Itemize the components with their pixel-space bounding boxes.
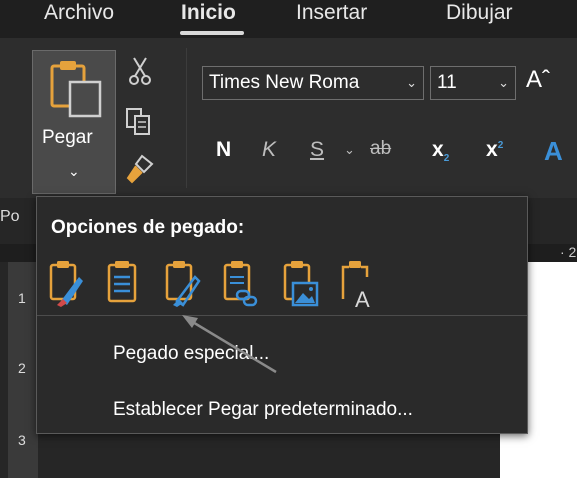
chevron-down-icon: ⌄ (406, 75, 417, 90)
subscript-marker: 2 (443, 153, 450, 165)
italic-button[interactable]: K (262, 138, 276, 162)
tab-inicio[interactable]: Inicio (181, 2, 236, 24)
set-default-paste-item[interactable]: Establecer Pegar predeterminado... (113, 399, 413, 421)
tab-insertar[interactable]: Insertar (296, 2, 367, 24)
keep-source-formatting-icon[interactable] (47, 259, 85, 309)
group-divider (186, 48, 187, 188)
tab-dibujar[interactable]: Dibujar (446, 2, 513, 24)
font-name-select[interactable]: Times New Roma ⌄ (202, 66, 424, 100)
underline-button[interactable]: S (310, 138, 324, 162)
clipboard-group-label: Po (0, 208, 20, 225)
vertical-ruler-number: 3 (18, 432, 26, 448)
tab-archivo[interactable]: Archivo (44, 2, 114, 24)
font-name-value: Times New Roma (209, 72, 360, 93)
font-size-value: 11 (437, 72, 457, 93)
strikethrough-button[interactable]: ab (370, 138, 391, 160)
chevron-down-icon: ⌄ (68, 163, 80, 179)
subscript-button[interactable]: x2 (432, 138, 449, 164)
superscript-button[interactable]: x2 (486, 138, 503, 162)
ruler-tick-label: · 2 (560, 244, 577, 260)
text-effects-button[interactable]: A (544, 136, 563, 167)
paste-options-menu: Opciones de pegado: A Pegado especial...… (36, 196, 528, 434)
active-tab-indicator (180, 31, 244, 35)
clipboard-icon (50, 61, 102, 118)
link-keep-formatting-icon[interactable] (221, 259, 259, 309)
cut-icon[interactable] (128, 56, 152, 86)
menu-separator (37, 315, 527, 316)
font-size-select[interactable]: 11 ⌄ (430, 66, 516, 100)
vertical-ruler-number: 1 (18, 290, 26, 306)
picture-icon[interactable] (281, 259, 319, 309)
grow-font-button[interactable]: Aˆ (526, 66, 550, 94)
keep-text-only-icon[interactable]: A (339, 259, 377, 309)
chevron-down-icon: ⌄ (498, 75, 509, 90)
ribbon-tabs: Archivo Inicio Insertar Dibujar (0, 0, 577, 38)
superscript-marker: 2 (497, 140, 504, 151)
paste-special-item[interactable]: Pegado especial... (113, 343, 269, 365)
use-destination-styles-icon[interactable] (163, 259, 201, 309)
superscript-x: x (486, 138, 498, 161)
bold-button[interactable]: N (216, 138, 231, 162)
paste-options-header: Opciones de pegado: (51, 217, 245, 238)
vertical-ruler-number: 2 (18, 360, 26, 376)
paste-label: Pegar (42, 127, 93, 148)
merge-formatting-icon[interactable] (103, 259, 141, 309)
word-window: Archivo Inicio Insertar Dibujar Pegar ⌄ … (0, 0, 577, 478)
subscript-x: x (432, 138, 444, 161)
svg-text:A: A (355, 287, 370, 309)
copy-icon[interactable] (124, 106, 154, 138)
chevron-down-icon[interactable]: ⌄ (344, 142, 355, 158)
format-painter-icon[interactable] (122, 152, 156, 186)
